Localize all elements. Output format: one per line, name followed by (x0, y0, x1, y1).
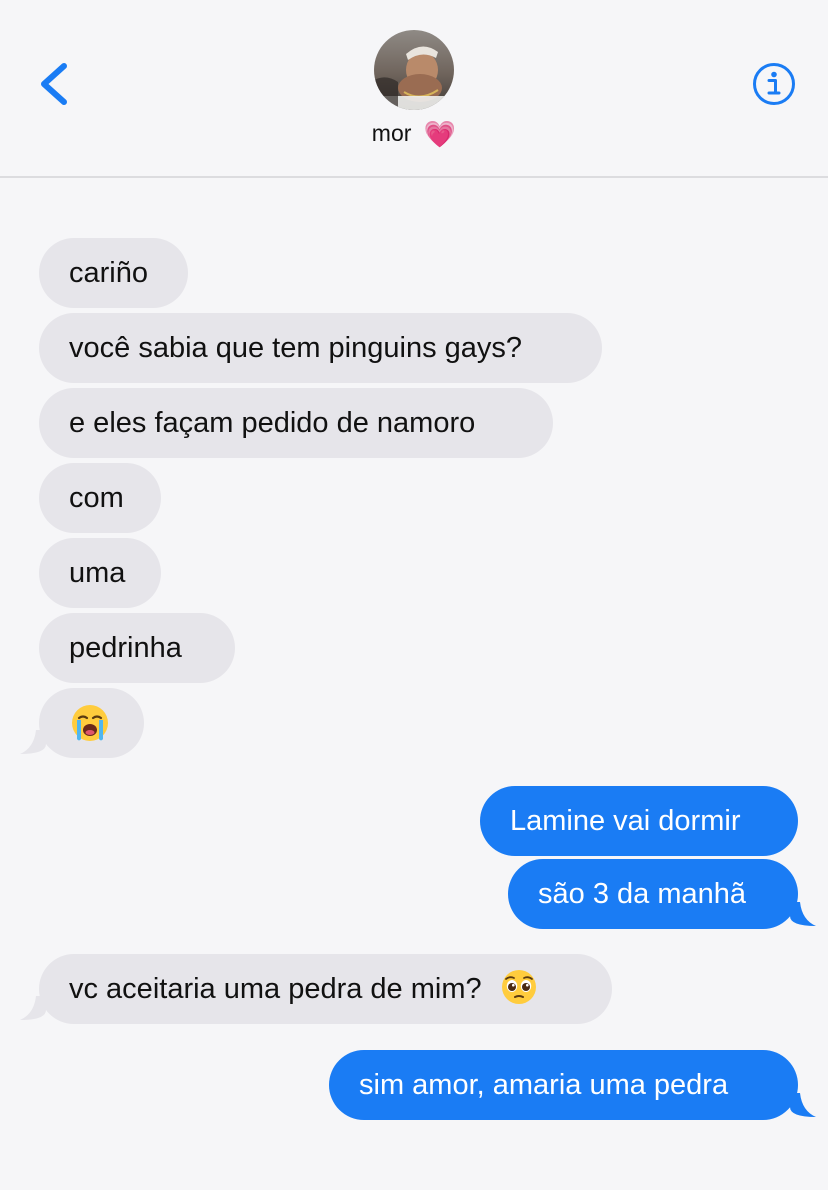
loudly-crying-face-icon (72, 705, 108, 741)
message-text: são 3 da manhã (538, 878, 746, 910)
message-text: com (69, 482, 124, 514)
received-message[interactable]: cariño (39, 238, 188, 308)
message-text: uma (69, 557, 126, 589)
contact-name[interactable]: mor 💗 (0, 120, 828, 150)
bubble-tail (20, 730, 46, 754)
back-button[interactable] (30, 58, 78, 110)
received-message[interactable]: com (39, 463, 161, 533)
info-button[interactable] (752, 62, 796, 106)
received-message[interactable]: você sabia que tem pinguins gays? (39, 313, 602, 383)
sent-message[interactable]: são 3 da manhã (508, 859, 798, 929)
received-message[interactable]: pedrinha (39, 613, 235, 683)
received-message[interactable]: uma (39, 538, 161, 608)
message-text: cariño (69, 257, 148, 289)
message-text: e eles façam pedido de namoro (69, 407, 476, 439)
contact-avatar[interactable] (374, 30, 454, 110)
bubble-tail (790, 902, 816, 926)
sent-message[interactable]: sim amor, amaria uma pedra (329, 1050, 798, 1120)
received-message[interactable]: vc aceitaria uma pedra de mim? (39, 954, 612, 1024)
info-icon (753, 63, 795, 105)
conversation-header: mor 💗 (0, 0, 828, 178)
chevron-left-icon (41, 63, 67, 105)
received-message[interactable]: e eles façam pedido de namoro (39, 388, 553, 458)
message-text: vc aceitaria uma pedra de mim? (69, 973, 482, 1005)
bubble-tail (790, 1093, 816, 1117)
contact-name-text: mor (371, 120, 412, 146)
message-text: sim amor, amaria uma pedra (359, 1069, 729, 1101)
pleading-face-icon (501, 970, 536, 1005)
bubble-tail (20, 996, 46, 1020)
message-text: pedrinha (69, 632, 182, 664)
message-text: Lamine vai dormir (510, 805, 741, 837)
sent-message[interactable]: Lamine vai dormir (480, 786, 798, 856)
message-text: você sabia que tem pinguins gays? (69, 332, 523, 364)
received-message[interactable] (39, 688, 144, 758)
heart-emoji: 💗 (423, 120, 457, 150)
